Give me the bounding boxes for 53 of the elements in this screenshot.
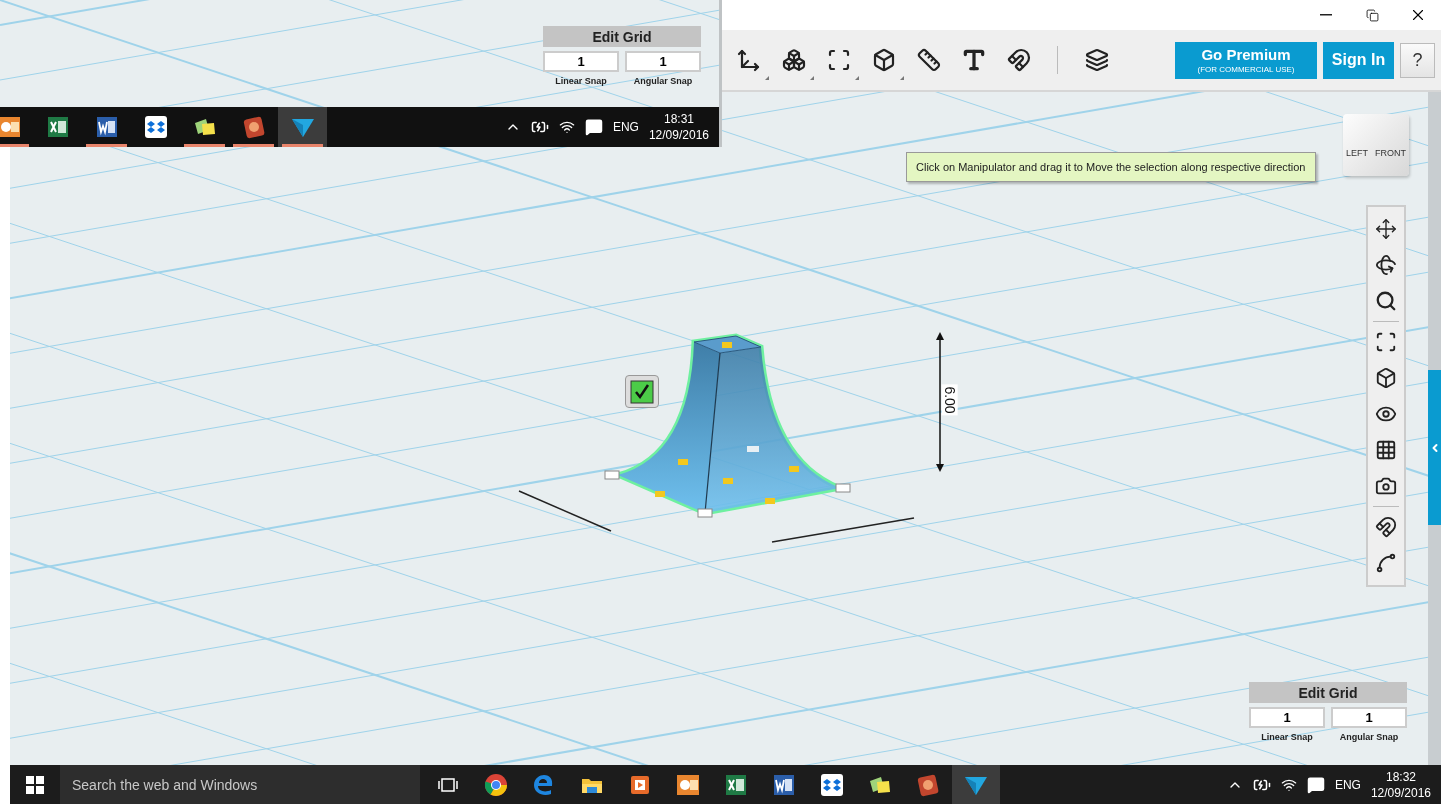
- search-field[interactable]: Search the web and Windows: [60, 765, 420, 804]
- browser-app-icon: [483, 771, 509, 798]
- search-icon: [1375, 290, 1397, 312]
- layers-icon: [1084, 48, 1109, 72]
- edit-grid-title: Edit Grid: [1249, 682, 1407, 703]
- box-app-icon: [142, 114, 169, 140]
- notification-icon[interactable]: [1306, 775, 1325, 794]
- notification-icon[interactable]: [584, 118, 603, 136]
- linear-snap-field[interactable]: 1: [1249, 707, 1325, 728]
- linear-snap-field[interactable]: 1: [543, 51, 619, 72]
- curve-icon: [1375, 552, 1397, 574]
- caret-icon: [810, 76, 814, 80]
- magnet-icon: [1375, 516, 1397, 538]
- confirm-button[interactable]: [625, 375, 659, 408]
- minimize-icon: [1320, 14, 1332, 16]
- angular-snap-field[interactable]: 1: [625, 51, 701, 72]
- clock-date: 12/09/2016: [1370, 784, 1431, 801]
- clock-time: 18:31: [663, 111, 694, 127]
- wifi-icon[interactable]: [558, 119, 575, 135]
- language-indicator[interactable]: ENG: [612, 120, 639, 134]
- box-app-icon: [819, 771, 845, 798]
- grid-icon: [1375, 439, 1397, 461]
- windows-logo-icon: [26, 775, 44, 794]
- cube-icon: [871, 48, 896, 72]
- angular-snap-label: Angular Snap: [1339, 732, 1399, 742]
- clock-time: 18:32: [1385, 768, 1416, 785]
- boxes-icon: [781, 48, 806, 72]
- language-indicator[interactable]: ENG: [1334, 777, 1361, 792]
- axes-icon: [736, 48, 761, 72]
- tooltip: Click on Manipulator and drag it to Move the selection along respective direction: [906, 152, 1316, 182]
- linear-snap-label: Linear Snap: [1261, 732, 1313, 742]
- ruler-icon: [916, 48, 941, 72]
- help-button[interactable]: ?: [1400, 42, 1435, 78]
- cube-icon: [1375, 367, 1397, 389]
- restore-icon: [1365, 8, 1379, 22]
- magnet-icon: [1006, 48, 1031, 72]
- angular-snap-field[interactable]: 1: [1331, 707, 1407, 728]
- frame-corners-icon: [826, 48, 851, 72]
- height-dimension-label: 6.00: [941, 384, 958, 416]
- caret-icon: [765, 76, 769, 80]
- frame-corners-icon: [1375, 331, 1397, 353]
- mail-app-icon: [0, 114, 22, 140]
- clock-date: 12/09/2016: [648, 127, 709, 143]
- angular-snap-label: Angular Snap: [633, 76, 693, 86]
- orbit-icon: [1375, 254, 1397, 276]
- check-icon: [630, 379, 654, 404]
- caret-icon: [855, 76, 859, 80]
- caret-icon: [900, 76, 904, 80]
- move-icon: [1375, 218, 1397, 240]
- linear-snap-label: Linear Snap: [555, 76, 607, 86]
- edit-grid-title: Edit Grid: [543, 26, 701, 47]
- view-cube[interactable]: LEFT FRONT: [1343, 114, 1409, 176]
- camera-icon: [1375, 475, 1397, 497]
